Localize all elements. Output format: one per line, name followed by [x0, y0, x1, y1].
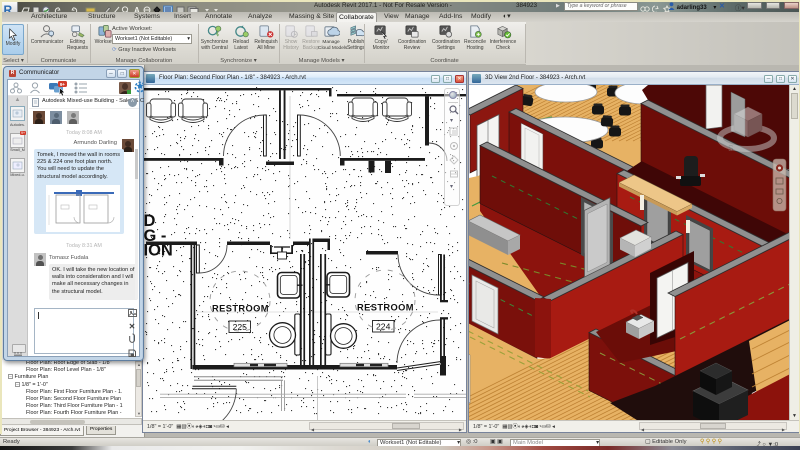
svg-text:9+: 9+: [60, 82, 66, 87]
svg-text:S: S: [728, 144, 733, 153]
svg-text:RESTROOM: RESTROOM: [357, 303, 414, 313]
svg-text:RESTROOM: RESTROOM: [212, 304, 269, 314]
